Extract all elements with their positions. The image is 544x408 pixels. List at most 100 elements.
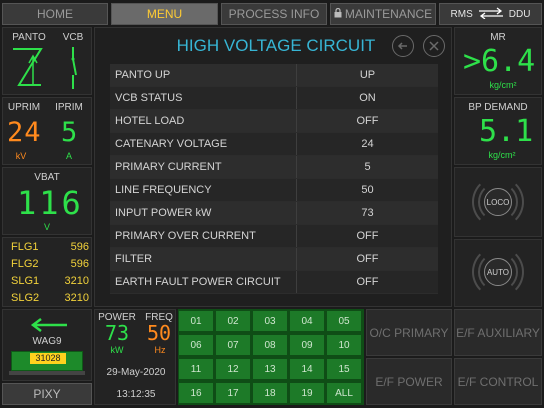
rms-ddu-switch[interactable]: RMS DDU	[439, 3, 542, 25]
tab-process-info-label: PROCESS INFO	[228, 7, 320, 21]
ef-auxiliary-label: E/F AUXILIARY	[456, 325, 540, 340]
flg-value: 596	[70, 258, 89, 270]
table-row-name: EARTH FAULT POWER CIRCUIT	[110, 271, 297, 293]
loco-ring-inner	[478, 182, 518, 222]
mr-label: MR	[490, 32, 506, 43]
loco-mode-panel: LOCO	[454, 167, 542, 237]
back-button[interactable]	[392, 35, 414, 57]
table-row-value: ON	[359, 92, 376, 104]
grid-cell-label: 12	[227, 363, 239, 375]
grid-cell-label: 19	[301, 387, 313, 399]
table-row-name: HOTEL LOAD	[110, 110, 297, 132]
loco-mode-button[interactable]: LOCO	[468, 176, 528, 228]
grid-cell[interactable]: 18	[252, 382, 288, 404]
table-row: CATENARY VOLTAGE 24	[110, 133, 438, 156]
bp-demand-unit: kg/cm²	[488, 150, 516, 160]
grid-cell-label: 06	[190, 339, 202, 351]
grid-cell[interactable]: 10	[326, 334, 362, 356]
grid-cell-label: 10	[338, 339, 350, 351]
auto-mode-panel: AUTO	[454, 239, 542, 307]
power-freq-panel: POWER FREQ 73 50 kW Hz 29-May-2020 13:12…	[94, 309, 176, 405]
ef-control-button[interactable]: E/F CONTROL	[454, 358, 542, 405]
grid-cell[interactable]: 15	[326, 358, 362, 380]
mr-panel: MR >6.4 kg/cm²	[454, 27, 542, 95]
loco-bogie	[9, 371, 85, 375]
grid-cell-label: 13	[264, 363, 276, 375]
iprim-value: 5	[61, 117, 79, 148]
grid-cell[interactable]: 07	[215, 334, 251, 356]
table-row: LINE FREQUENCY 50	[110, 179, 438, 202]
table-row-value: OFF	[356, 276, 379, 288]
grid-cell-label: 02	[227, 315, 239, 327]
oc-primary-label: O/C PRIMARY	[369, 325, 449, 340]
bp-demand-panel: BP DEMAND 5.1 kg/cm²	[454, 97, 542, 165]
grid-cell[interactable]: 06	[178, 334, 214, 356]
table-row-name: PRIMARY OVER CURRENT	[110, 225, 297, 247]
grid-cell[interactable]: 05	[326, 310, 362, 332]
table-row-value: 5	[364, 161, 371, 173]
panto-label: PANTO	[12, 32, 46, 43]
tab-menu[interactable]: MENU	[111, 3, 218, 25]
grid-cell[interactable]: 01	[178, 310, 214, 332]
grid-cell[interactable]: 08	[252, 334, 288, 356]
grid-cell[interactable]: ALL	[326, 382, 362, 404]
table-row-value: 73	[361, 207, 374, 219]
tab-maintenance[interactable]: MAINTENANCE	[330, 3, 436, 25]
grid-cell[interactable]: 03	[252, 310, 288, 332]
ef-auxiliary-button[interactable]: E/F AUXILIARY	[454, 309, 542, 356]
ef-power-button[interactable]: E/F POWER	[366, 358, 452, 405]
flg-name: SLG1	[11, 275, 40, 287]
freq-value: 50	[147, 321, 172, 345]
grid-cell-label: 04	[301, 315, 313, 327]
flg-name: FLG2	[11, 258, 39, 270]
grid-cell-label: 01	[190, 315, 202, 327]
grid-cell[interactable]: 13	[252, 358, 288, 380]
flg-name: SLG2	[11, 292, 40, 304]
uprim-value: 24	[7, 117, 42, 148]
auto-mode-button[interactable]: AUTO	[468, 246, 528, 298]
table-row: FILTER OFF	[110, 248, 438, 271]
tab-home[interactable]: HOME	[2, 3, 108, 25]
grid-cell-label: 09	[301, 339, 313, 351]
close-button[interactable]	[423, 35, 445, 57]
vbat-value: 116	[17, 184, 84, 222]
table-row-value: OFF	[356, 253, 379, 265]
grid-cell-label: ALL	[335, 387, 353, 399]
tab-home-label: HOME	[37, 7, 73, 21]
flg-row: SLG1 3210	[11, 275, 89, 292]
grid-cell-label: 07	[227, 339, 239, 351]
grid-cell-label: 16	[190, 387, 202, 399]
pixy-button[interactable]: PIXY	[2, 383, 92, 405]
grid-cell[interactable]: 16	[178, 382, 214, 404]
table-row-value: 50	[361, 184, 374, 196]
table-row-name: INPUT POWER kW	[110, 202, 297, 224]
tab-menu-label: MENU	[146, 7, 183, 21]
table-row-value: UP	[359, 69, 376, 81]
vbat-unit: V	[43, 222, 50, 232]
ef-power-label: E/F POWER	[375, 374, 443, 389]
grid-cell[interactable]: 04	[289, 310, 325, 332]
lock-icon	[334, 7, 342, 21]
table-row-value: OFF	[356, 230, 379, 242]
grid-cell[interactable]: 14	[289, 358, 325, 380]
grid-cell[interactable]: 09	[289, 334, 325, 356]
flg-value: 3210	[64, 275, 89, 287]
oc-primary-button[interactable]: O/C PRIMARY	[366, 309, 452, 356]
tab-process-info[interactable]: PROCESS INFO	[221, 3, 327, 25]
close-icon	[429, 41, 439, 51]
bp-demand-value: 5.1	[479, 114, 534, 149]
grid-cell[interactable]: 12	[215, 358, 251, 380]
table-row: PRIMARY OVER CURRENT OFF	[110, 225, 438, 248]
grid-cell[interactable]: 19	[289, 382, 325, 404]
grid-cell-label: 17	[227, 387, 239, 399]
mr-value: >6.4	[463, 44, 536, 79]
grid-cell[interactable]: 17	[215, 382, 251, 404]
table-row-name: FILTER	[110, 248, 297, 270]
power-value: 73	[105, 321, 130, 345]
vcb-closed-icon	[71, 47, 77, 89]
ddu-label: DDU	[508, 8, 531, 20]
loco-name: WAG9	[32, 336, 62, 347]
grid-cell[interactable]: 02	[215, 310, 251, 332]
table-row: HOTEL LOAD OFF	[110, 110, 438, 133]
grid-cell[interactable]: 11	[178, 358, 214, 380]
